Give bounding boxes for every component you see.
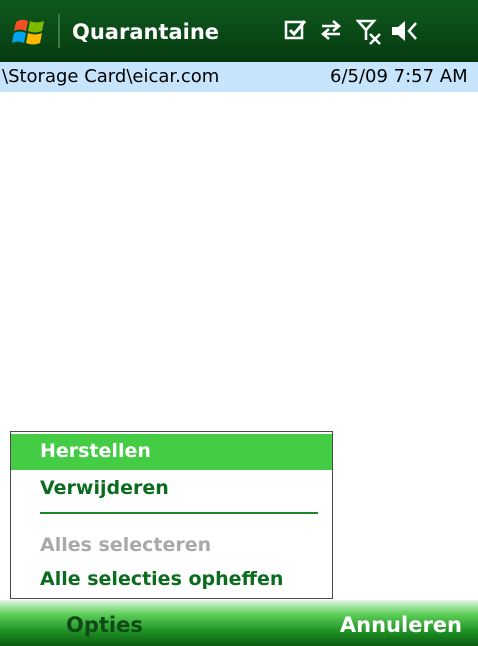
opties-softkey[interactable]: Opties	[66, 613, 143, 637]
softkey-bar: Opties Annuleren	[0, 600, 478, 646]
title-bar: Quarantaine	[0, 0, 478, 62]
menu-item-alle-selecties-opheffen[interactable]: Alle selecties opheffen	[11, 562, 332, 598]
menu-separator	[40, 512, 318, 514]
annuleren-softkey[interactable]: Annuleren	[340, 613, 462, 637]
windows-start-icon[interactable]	[12, 16, 48, 48]
menu-item-herstellen[interactable]: Herstellen	[11, 434, 332, 470]
menu-item-verwijderen[interactable]: Verwijderen	[11, 471, 332, 507]
file-path: \Storage Card\eicar.com	[2, 66, 220, 87]
menu-item-label: Alle selecties opheffen	[40, 568, 284, 590]
title-separator	[58, 14, 60, 48]
file-date: 6/5/09 7:57 AM	[330, 66, 468, 87]
menu-item-alles-selecteren: Alles selecteren	[11, 528, 332, 564]
menu-item-label: Alles selecteren	[40, 534, 212, 556]
menu-item-label: Herstellen	[40, 440, 151, 462]
window-title: Quarantaine	[72, 20, 220, 44]
list-item[interactable]: \Storage Card\eicar.com 6/5/09 7:57 AM	[0, 62, 478, 92]
menu-item-label: Verwijderen	[40, 477, 169, 499]
options-popup-menu: Herstellen Verwijderen Alles selecteren …	[10, 431, 333, 599]
